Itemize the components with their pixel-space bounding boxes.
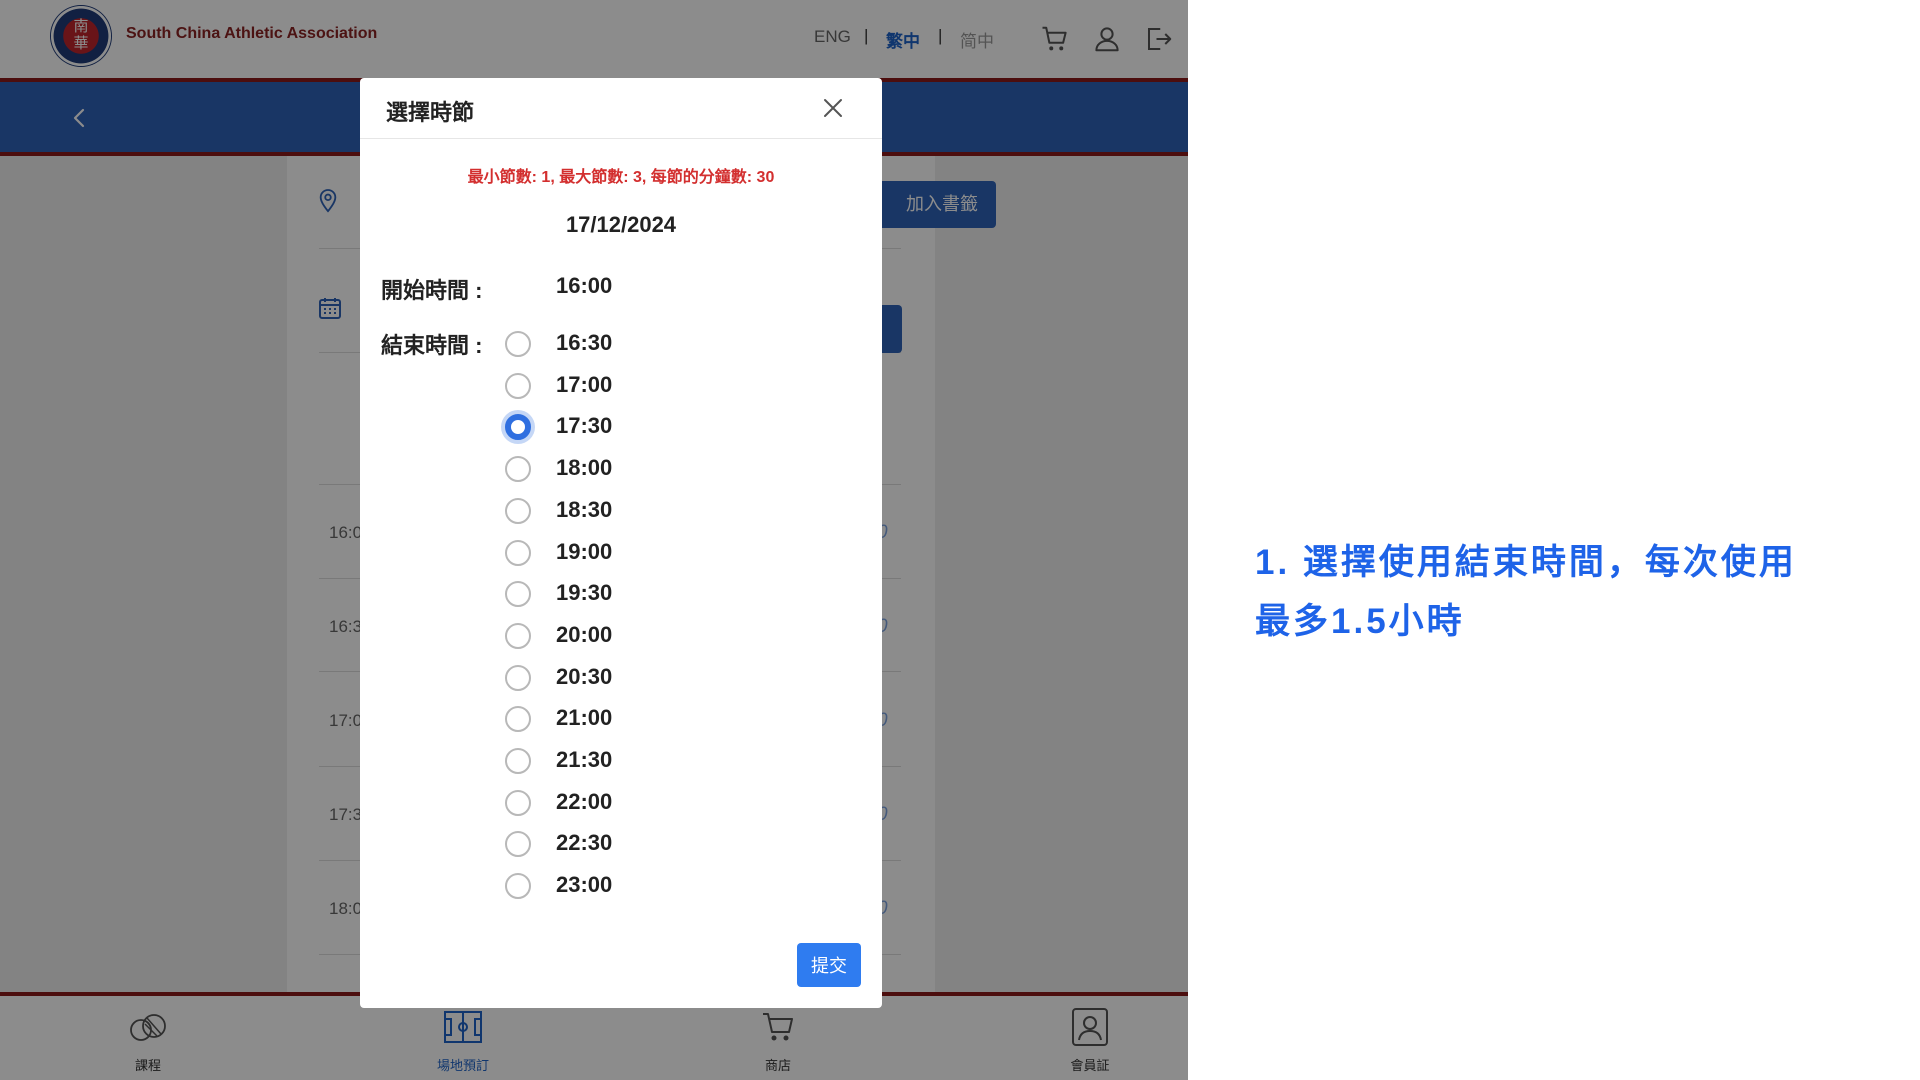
end-time-option-label: 23:00 xyxy=(556,872,613,898)
radio-button[interactable] xyxy=(505,622,531,649)
close-icon[interactable] xyxy=(821,96,845,120)
end-time-option[interactable]: 23:00 xyxy=(505,870,725,904)
end-time-option-label: 22:30 xyxy=(556,830,613,856)
end-time-option-label: 21:30 xyxy=(556,747,613,772)
radio-button[interactable] xyxy=(505,456,531,483)
end-time-option[interactable]: 21:00 xyxy=(505,703,725,737)
end-time-option-label: 19:00 xyxy=(556,538,613,564)
booking-rule-text: 最小節數: 1, 最大節數: 3, 每節的分鐘數: 30 xyxy=(467,169,775,186)
end-time-option[interactable]: 20:30 xyxy=(505,662,725,696)
radio-button[interactable] xyxy=(505,581,531,608)
instruction-line: 1. 選擇使用結束時間，每次使用 xyxy=(1255,543,1797,582)
end-time-option-label: 18:00 xyxy=(556,455,613,481)
end-time-option[interactable]: 18:30 xyxy=(505,495,725,529)
end-time-option-label: 17:00 xyxy=(556,371,613,397)
end-time-option[interactable]: 17:30 xyxy=(505,411,725,445)
start-time-value: 16:00 xyxy=(556,273,613,298)
end-time-option[interactable]: 19:00 xyxy=(505,537,725,571)
modal-title: 選擇時節 xyxy=(386,100,475,125)
end-time-option-label: 22:00 xyxy=(556,788,613,814)
radio-button[interactable] xyxy=(505,706,531,733)
end-time-option[interactable]: 21:30 xyxy=(505,745,725,779)
radio-button[interactable] xyxy=(505,664,531,691)
end-time-option-label: 18:30 xyxy=(556,496,613,522)
radio-button[interactable] xyxy=(505,372,531,399)
modal-header: 選擇時節 xyxy=(360,78,882,139)
radio-button[interactable] xyxy=(505,414,531,441)
time-slot-modal: 選擇時節 最小節數: 1, 最大節數: 3, 每節的分鐘數: 30 17/12/… xyxy=(360,78,882,1008)
instruction-text: 1. 選擇使用結束時間，每次使用 最多1.5小時 xyxy=(1255,533,1855,651)
end-time-option[interactable]: 18:00 xyxy=(505,453,725,487)
end-time-option[interactable]: 20:00 xyxy=(505,620,725,654)
submit-button[interactable]: 提交 xyxy=(797,943,861,987)
end-time-option[interactable]: 19:30 xyxy=(505,578,725,612)
end-time-option[interactable]: 22:30 xyxy=(505,828,725,862)
end-time-option-label: 17:30 xyxy=(556,413,613,439)
end-time-label: 結束時間 : xyxy=(381,333,483,358)
radio-button[interactable] xyxy=(505,831,531,858)
instruction-line: 最多1.5小時 xyxy=(1255,602,1465,641)
radio-button[interactable] xyxy=(505,539,531,566)
end-time-option[interactable]: 17:00 xyxy=(505,370,725,404)
app-screen: 南 華 South China Athletic Association ENG… xyxy=(0,0,1188,1080)
end-time-option[interactable]: 22:00 xyxy=(505,787,725,821)
start-time-label: 開始時間 : xyxy=(381,278,483,303)
end-time-option-label: 21:00 xyxy=(556,705,613,731)
end-time-option-label: 20:00 xyxy=(556,621,613,647)
selected-date: 17/12/2024 xyxy=(565,212,677,237)
radio-button[interactable] xyxy=(505,789,531,816)
radio-button[interactable] xyxy=(505,873,531,900)
radio-button[interactable] xyxy=(505,497,531,524)
end-time-option-label: 16:30 xyxy=(556,330,613,355)
end-time-option-label: 19:30 xyxy=(556,580,613,606)
radio-button[interactable] xyxy=(505,331,531,357)
end-time-option[interactable]: 16:30 xyxy=(505,328,725,362)
end-time-option-label: 20:30 xyxy=(556,663,613,689)
radio-button[interactable] xyxy=(505,748,531,774)
